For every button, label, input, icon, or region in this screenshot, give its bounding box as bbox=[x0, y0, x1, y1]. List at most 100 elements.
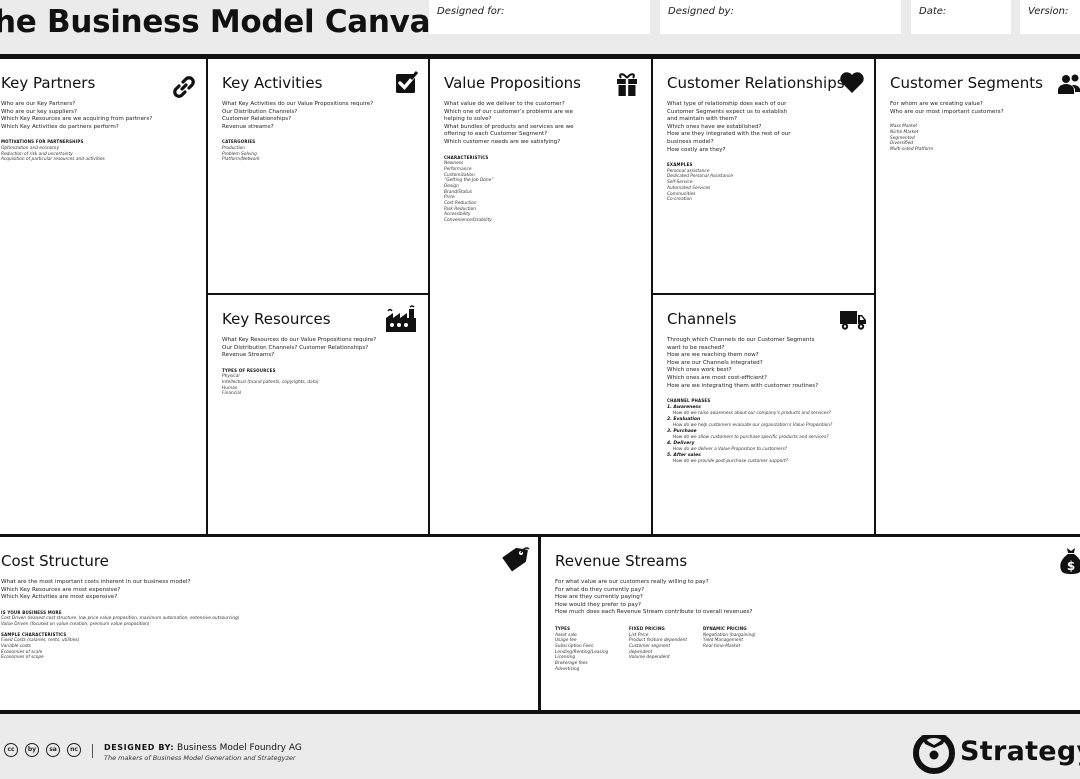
question-text: Through which Channels do our Customer S… bbox=[667, 337, 815, 343]
question-text: What Key Resources do our Value Proposit… bbox=[222, 337, 377, 343]
question-text: Our Distribution Channels? Customer Rela… bbox=[222, 344, 369, 351]
gift-icon bbox=[615, 71, 639, 97]
value-propositions-content: What value do we deliver to the customer… bbox=[444, 101, 574, 224]
version-label: Version: bbox=[1028, 6, 1069, 17]
channel-phase-desc: How do we provide post-purchase customer… bbox=[673, 458, 788, 464]
list-item: Economies of scope bbox=[1, 655, 44, 661]
link-icon bbox=[170, 73, 198, 101]
question-text: business model? bbox=[667, 138, 714, 145]
people-icon bbox=[1058, 73, 1080, 95]
section-subhead: TYPES bbox=[555, 625, 571, 631]
section-subhead: EXAMPLES bbox=[667, 162, 693, 168]
designed-by-field[interactable]: Designed by: bbox=[660, 0, 901, 34]
question-text: What bundles of products and services ar… bbox=[444, 123, 574, 130]
customer-segments-title: Customer Segments bbox=[890, 74, 1043, 92]
strategyzer-logo-text[interactable]: Strategyze bbox=[960, 736, 1080, 767]
key-partners-content: Who are our Key Partners? Who are our ke… bbox=[1, 101, 152, 163]
question-text: How are they integrated with the rest of… bbox=[667, 131, 791, 138]
footer-tagline: The makers of Business Model Generation … bbox=[104, 754, 296, 762]
section-subhead: CHANNEL PHASES bbox=[667, 398, 711, 404]
question-text: How are we reaching them now? bbox=[667, 352, 759, 359]
value-propositions-block[interactable]: Value Propositions What value do we deli… bbox=[430, 59, 651, 534]
footer-divider bbox=[92, 744, 93, 758]
key-activities-content: What Key Activities do our Value Proposi… bbox=[222, 101, 373, 163]
question-text: Which Key Resources are most expensive? bbox=[1, 586, 121, 593]
question-text: What type of relationship does each of o… bbox=[667, 101, 787, 107]
customer-segments-content: For whom are we creating value? Who are … bbox=[890, 101, 1004, 153]
truck-icon bbox=[839, 309, 867, 331]
list-item: Real-time-Market bbox=[703, 643, 741, 649]
non-commercial-icon: nc bbox=[67, 743, 81, 757]
customer-relationships-block[interactable]: Customer Relationships What type of rela… bbox=[653, 59, 874, 293]
question-text: How costly are they? bbox=[667, 146, 726, 153]
question-text: How are they currently paying? bbox=[555, 594, 643, 601]
question-text: Which Key Activities are most expensive? bbox=[1, 594, 118, 601]
channel-phase-desc: How do we help customers evaluate our or… bbox=[673, 422, 833, 428]
list-item: Convenience/Usability bbox=[444, 218, 492, 224]
customer-relationships-content: What type of relationship does each of o… bbox=[667, 101, 791, 203]
factory-icon bbox=[384, 305, 418, 333]
list-item: Platform/Network bbox=[222, 157, 260, 163]
question-text: Revenue Streams? bbox=[222, 352, 275, 359]
question-text: Our Distribution Channels? bbox=[222, 108, 298, 115]
key-resources-title: Key Resources bbox=[222, 310, 331, 328]
section-subhead: MOTIVATIONS FOR PARTNERSHIPS bbox=[1, 139, 84, 145]
list-item: Financial bbox=[222, 391, 242, 397]
key-activities-block[interactable]: Key Activities What Key Activities do ou… bbox=[208, 59, 428, 293]
date-field[interactable]: Date: bbox=[911, 0, 1011, 34]
channel-phase-desc: How do we allow customers to purchase sp… bbox=[673, 434, 829, 440]
value-propositions-title: Value Propositions bbox=[444, 74, 581, 92]
money-bag-icon: $ bbox=[1059, 545, 1080, 575]
question-text: Who are our key suppliers? bbox=[1, 108, 78, 115]
designed-by-credit: DESIGNED BY: Business Model Foundry AG bbox=[104, 743, 302, 753]
question-text: Which ones work best? bbox=[667, 367, 732, 374]
designed-for-field[interactable]: Designed for: bbox=[429, 0, 650, 34]
question-text: Which ones have we established? bbox=[667, 123, 762, 130]
list-item: Multi-sided Platform bbox=[890, 147, 934, 152]
list-item: Volume dependent bbox=[629, 655, 670, 661]
question-text: offering to each Customer Segment? bbox=[444, 131, 548, 138]
question-text: Which customer needs are we satisfying? bbox=[444, 138, 561, 145]
checkbox-icon bbox=[394, 71, 418, 95]
customer-segments-block[interactable]: Customer Segments For whom are we creati… bbox=[876, 59, 1080, 534]
section-subhead: TYPES OF RESOURCES bbox=[222, 367, 276, 373]
list-item: Value Driven (focused on value creation,… bbox=[1, 622, 150, 628]
revenue-streams-title: Revenue Streams bbox=[555, 552, 688, 570]
cost-structure-block[interactable]: Cost Structure What are the most importa… bbox=[0, 537, 538, 710]
list-item: Co-creation bbox=[667, 197, 692, 203]
key-resources-block[interactable]: Key Resources What Key Resources do our … bbox=[208, 295, 428, 534]
question-text: For what do they currently pay? bbox=[555, 586, 645, 593]
revenue-group: DYNAMIC PRICING Negotiation (bargaining)… bbox=[703, 625, 756, 673]
canvas-board: Key Partners Who are our Key Partners? W… bbox=[0, 54, 1080, 714]
key-activities-title: Key Activities bbox=[222, 74, 323, 92]
cost-structure-title: Cost Structure bbox=[1, 552, 109, 570]
list-item: Acquisition of particular resources and … bbox=[1, 157, 105, 163]
page-title: he Business Model Canvas bbox=[0, 4, 449, 40]
revenue-group: FIXED PRICING List Price Product feature… bbox=[629, 625, 687, 673]
designed-for-label: Designed for: bbox=[437, 6, 505, 17]
revenue-streams-content: For what value are our customers really … bbox=[555, 579, 756, 672]
revenue-groups: TYPES Asset sale Usage fee Subscription … bbox=[555, 625, 756, 673]
section-subhead: FIXED PRICING bbox=[629, 625, 665, 631]
strategyzer-logo-icon[interactable] bbox=[912, 731, 956, 775]
version-field[interactable]: Version: bbox=[1020, 0, 1080, 34]
section-subhead: CHARACTERISTICS bbox=[444, 154, 489, 160]
question-text: How much does each Revenue Stream contri… bbox=[555, 609, 753, 616]
key-partners-block[interactable]: Key Partners Who are our Key Partners? W… bbox=[0, 59, 206, 534]
date-label: Date: bbox=[919, 6, 947, 17]
question-text: What are the most important costs inhere… bbox=[1, 579, 191, 585]
question-text: helping to solve? bbox=[444, 116, 492, 123]
question-text: For whom are we creating value? bbox=[890, 101, 983, 107]
header-bar: he Business Model Canvas Designed for: D… bbox=[0, 0, 1080, 54]
heart-icon bbox=[839, 71, 865, 95]
question-text: want to be reached? bbox=[667, 344, 725, 351]
question-text: What Key Activities do our Value Proposi… bbox=[222, 101, 374, 107]
designed-by-label: DESIGNED BY: bbox=[104, 743, 175, 752]
customer-relationships-title: Customer Relationships bbox=[667, 74, 845, 92]
share-alike-icon: sa bbox=[46, 743, 60, 757]
question-text: How are our Channels integrated? bbox=[667, 359, 763, 366]
attribution-icon: by bbox=[25, 743, 39, 757]
channels-block[interactable]: Channels Through which Channels do our C… bbox=[653, 295, 874, 534]
revenue-streams-block[interactable]: Revenue Streams $ For what value are our… bbox=[541, 537, 1080, 710]
price-tag-icon bbox=[502, 545, 530, 575]
